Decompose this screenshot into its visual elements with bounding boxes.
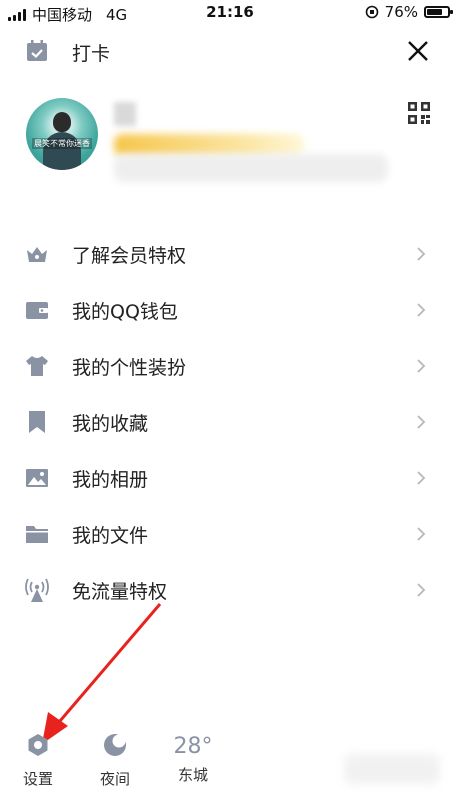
profile-card: 晨笑不常你迷香 bbox=[0, 96, 460, 186]
orientation-lock-icon bbox=[365, 5, 378, 19]
menu-item-album[interactable]: 我的相册 bbox=[0, 450, 460, 506]
bottom-bar: 设置 夜间 28° 东城 bbox=[0, 732, 460, 800]
settings-label: 设置 bbox=[22, 770, 53, 788]
menu-item-label: 免流量特权 bbox=[72, 581, 168, 603]
blurred-signature[interactable] bbox=[114, 154, 388, 182]
blurred-nickname[interactable] bbox=[114, 134, 304, 156]
blurred-region bbox=[344, 754, 440, 784]
menu-item-vip[interactable]: 了解会员特权 bbox=[0, 226, 460, 282]
photo-icon bbox=[26, 469, 48, 487]
menu-item-wallet[interactable]: 我的QQ钱包 bbox=[0, 282, 460, 338]
avatar-figure-head bbox=[53, 112, 71, 132]
weather-city: 东城 bbox=[177, 766, 208, 784]
close-icon[interactable] bbox=[404, 37, 432, 65]
drawer-menu: 了解会员特权 我的QQ钱包 我的个性装扮 我的收藏 我的相册 我的文件 免流量特… bbox=[0, 226, 460, 618]
chevron-right-icon bbox=[417, 359, 426, 373]
red-arrow-annotation bbox=[42, 603, 162, 744]
bookmark-icon bbox=[29, 411, 45, 433]
weather-temperature: 28° bbox=[173, 734, 213, 759]
tshirt-icon bbox=[26, 356, 48, 376]
moon-icon bbox=[104, 734, 126, 756]
chevron-right-icon bbox=[417, 527, 426, 541]
avatar-caption: 晨笑不常你迷香 bbox=[32, 138, 92, 149]
blurred-level-badge bbox=[114, 102, 136, 126]
chevron-right-icon bbox=[417, 583, 426, 597]
menu-item-label: 了解会员特权 bbox=[72, 245, 187, 267]
chevron-right-icon bbox=[417, 471, 426, 485]
drawer-header: 打卡 bbox=[0, 30, 460, 74]
status-bar: 中国移动 4G 21:16 76% bbox=[0, 0, 460, 26]
menu-item-label: 我的个性装扮 bbox=[72, 357, 187, 379]
night-label: 夜间 bbox=[99, 770, 130, 788]
wallet-icon bbox=[26, 302, 48, 319]
folder-icon bbox=[26, 526, 48, 543]
qr-code-icon[interactable] bbox=[408, 102, 430, 124]
status-right: 76% bbox=[365, 3, 453, 21]
signal-tower-icon bbox=[25, 578, 49, 602]
menu-item-label: 我的收藏 bbox=[72, 413, 149, 435]
calendar-check-icon[interactable] bbox=[26, 40, 48, 62]
avatar[interactable]: 晨笑不常你迷香 bbox=[26, 98, 98, 170]
weather-button[interactable]: 28° 东城 bbox=[168, 732, 218, 785]
gear-icon bbox=[28, 734, 48, 756]
settings-button[interactable]: 设置 bbox=[18, 732, 58, 789]
menu-item-label: 我的相册 bbox=[72, 469, 149, 491]
chevron-right-icon bbox=[417, 303, 426, 317]
menu-item-label: 我的文件 bbox=[72, 525, 149, 547]
checkin-label[interactable]: 打卡 bbox=[72, 39, 110, 66]
battery-percent: 76% bbox=[384, 3, 418, 21]
menu-item-dressup[interactable]: 我的个性装扮 bbox=[0, 338, 460, 394]
night-mode-button[interactable]: 夜间 bbox=[92, 732, 138, 789]
menu-item-label: 我的QQ钱包 bbox=[72, 301, 178, 323]
crown-icon bbox=[27, 247, 47, 262]
battery-icon bbox=[424, 6, 453, 18]
chevron-right-icon bbox=[417, 247, 426, 261]
chevron-right-icon bbox=[417, 415, 426, 429]
menu-item-files[interactable]: 我的文件 bbox=[0, 506, 460, 562]
menu-item-free-data[interactable]: 免流量特权 bbox=[0, 562, 460, 618]
menu-item-favorites[interactable]: 我的收藏 bbox=[0, 394, 460, 450]
